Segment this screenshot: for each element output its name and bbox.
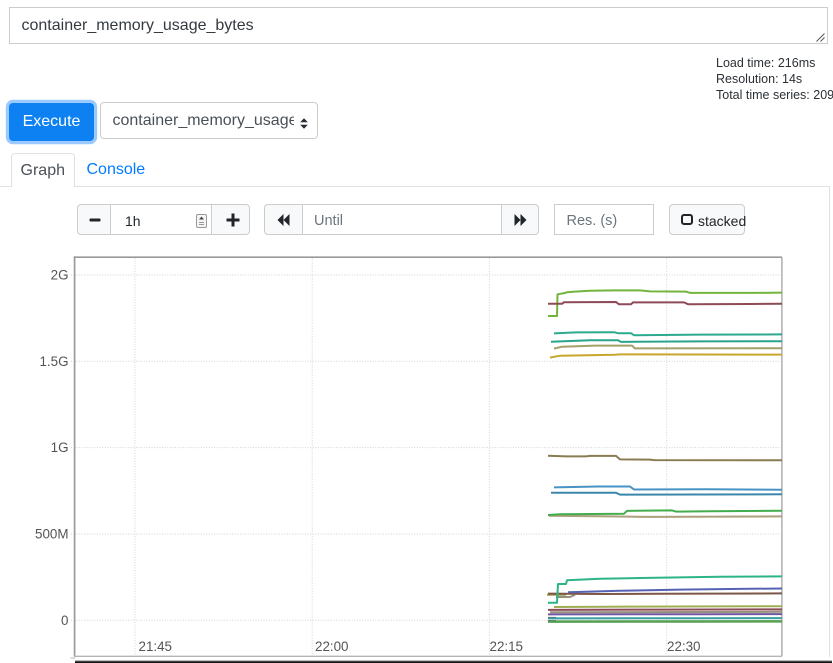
svg-text:1.5G: 1.5G	[39, 354, 68, 369]
svg-text:22:00: 22:00	[315, 639, 349, 654]
svg-text:1G: 1G	[51, 440, 69, 455]
svg-text:21:45: 21:45	[139, 639, 173, 654]
svg-text:22:30: 22:30	[667, 639, 701, 654]
svg-text:500M: 500M	[35, 527, 69, 542]
svg-text:0: 0	[61, 613, 68, 628]
svg-text:2G: 2G	[51, 268, 69, 283]
svg-text:22:15: 22:15	[490, 639, 524, 654]
